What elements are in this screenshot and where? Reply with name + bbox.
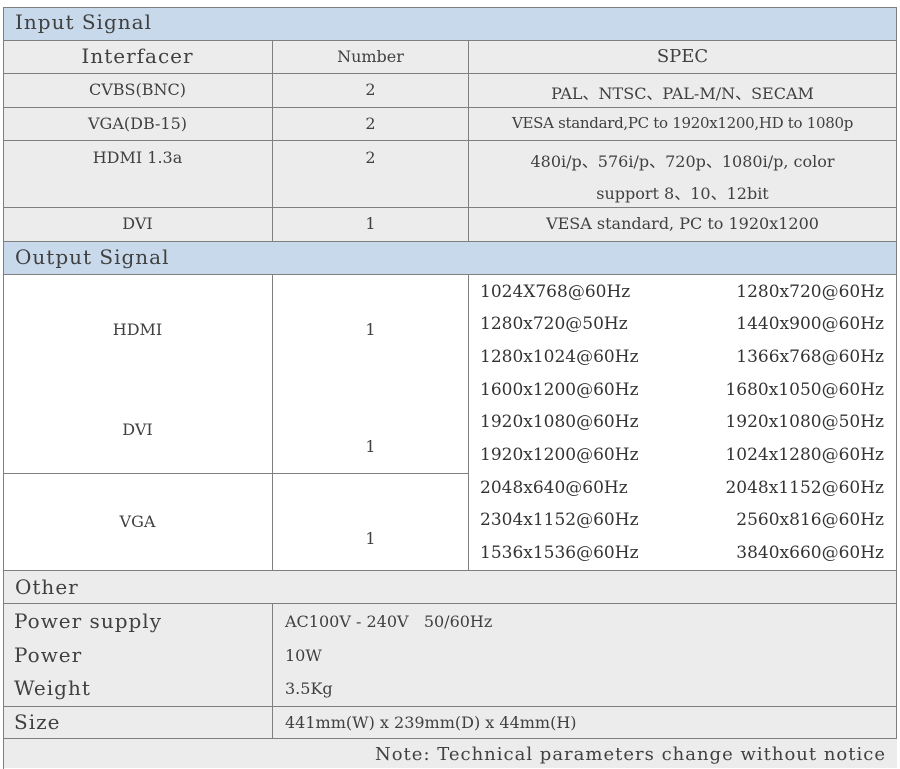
output-mode: 2560x816@60Hz (736, 510, 884, 530)
output-signal-title: Output Signal (15, 245, 170, 269)
power-value: 10W (285, 646, 322, 665)
power-supply-value: AC100V - 240V 50/60Hz (285, 612, 493, 631)
weight-value: 3.5Kg (285, 679, 333, 698)
output-dvi-interface: DVI (122, 420, 153, 439)
output-vga-number: 1 (365, 529, 376, 548)
output-mode: 1280x720@60Hz (736, 282, 884, 302)
input-cvbs-number: 2 (365, 80, 376, 99)
line-before-note (3, 738, 897, 739)
input-dvi-number: 1 (365, 214, 376, 233)
other-band (3, 570, 897, 603)
line-after-other-title (3, 603, 897, 604)
weight-label: Weight (14, 676, 91, 700)
output-mode: 1920x1080@60Hz (480, 412, 639, 432)
col-line-2-input (468, 40, 469, 241)
output-hdmi-number: 1 (365, 320, 376, 339)
line-after-hdmi-input (3, 207, 897, 208)
output-mode: 2048x1152@60Hz (725, 478, 884, 498)
line-after-dvi-input (3, 241, 897, 242)
input-vga-number: 2 (365, 114, 376, 133)
input-hdmi-spec-line1: 480i/p、576i/p、720p、1080i/p, color (530, 152, 835, 171)
input-hdmi-spec-line2: support 8、10、12bit (596, 184, 769, 203)
header-spec: SPEC (656, 46, 709, 67)
header-number: Number (337, 47, 404, 66)
line-after-output-title (3, 274, 897, 275)
technical-note: Note: Technical parameters change withou… (374, 744, 886, 765)
output-mode: 1024x1280@60Hz (725, 445, 884, 465)
size-label: Size (14, 710, 61, 734)
output-mode: 1366x768@60Hz (736, 347, 884, 367)
border-top (3, 7, 897, 8)
input-vga-interface: VGA(DB-15) (87, 114, 188, 133)
output-mode: 1536x1536@60Hz (480, 543, 639, 563)
line-after-cvbs (3, 107, 897, 108)
line-after-vga-input (3, 140, 897, 141)
input-cvbs-interface: CVBS(BNC) (89, 80, 186, 99)
output-dvi-number: 1 (365, 437, 376, 456)
output-mode: 1280x720@50Hz (480, 314, 628, 334)
line-after-input-title (3, 40, 897, 41)
input-signal-title: Input Signal (15, 10, 152, 34)
col-line-1-output (272, 274, 273, 570)
line-after-headers (3, 73, 897, 74)
output-vga-interface: VGA (119, 512, 156, 531)
output-mode: 2304x1152@60Hz (480, 510, 639, 530)
output-mode: 1280x1024@60Hz (480, 347, 639, 367)
input-cvbs-spec: PAL、NTSC、PAL-M/N、SECAM (551, 84, 814, 103)
output-hdmi-interface: HDMI (112, 320, 163, 339)
output-mode: 3840x660@60Hz (736, 543, 884, 563)
input-dvi-interface: DVI (122, 214, 153, 233)
line-after-hdmi-dvi-output (3, 473, 469, 474)
input-vga-spec: VESA standard,PC to 1920x1200,HD to 1080… (512, 114, 853, 132)
line-before-size (3, 706, 897, 707)
output-mode: 1440x900@60Hz (736, 314, 884, 334)
output-mode: 1600x1200@60Hz (480, 380, 639, 400)
output-mode: 1920x1080@50Hz (725, 412, 884, 432)
col-line-1-input (272, 40, 273, 241)
output-mode: 2048x640@60Hz (480, 478, 628, 498)
input-hdmi-number: 2 (365, 148, 376, 167)
output-mode: 1024X768@60Hz (480, 282, 631, 302)
col-line-2-output (468, 274, 469, 570)
input-hdmi-interface: HDMI 1.3a (92, 148, 183, 167)
line-before-other (3, 570, 897, 571)
border-right (896, 7, 897, 738)
input-dvi-spec: VESA standard, PC to 1920x1200 (546, 214, 819, 233)
power-label: Power (14, 643, 83, 667)
col-line-other (272, 603, 273, 738)
size-value: 441mm(W) x 239mm(D) x 44mm(H) (285, 713, 577, 732)
header-interface: Interfacer (81, 44, 194, 68)
output-mode: 1680x1050@60Hz (725, 380, 884, 400)
other-title: Other (15, 575, 79, 599)
output-mode: 1920x1200@60Hz (480, 445, 639, 465)
power-supply-label: Power supply (14, 609, 163, 633)
